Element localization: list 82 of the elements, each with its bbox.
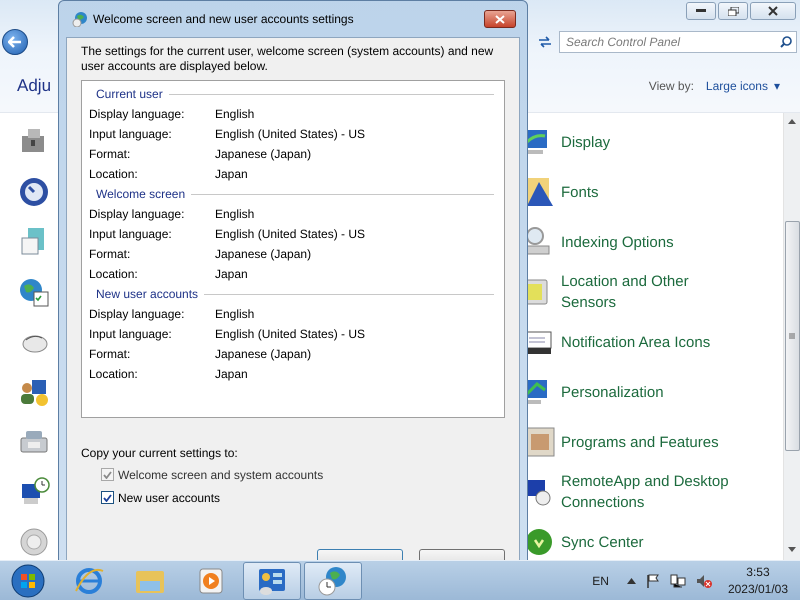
search-field[interactable]: Search Control Panel <box>559 31 797 53</box>
setting-label: Format: <box>89 147 132 161</box>
maximize-button[interactable] <box>718 2 748 20</box>
control-panel-item[interactable]: Programs and Features <box>561 432 719 452</box>
close-icon <box>768 6 778 16</box>
ok-button[interactable] <box>317 549 403 560</box>
scroll-up-icon <box>788 119 796 124</box>
minimize-icon <box>696 9 706 13</box>
scroll-thumb[interactable] <box>784 221 800 451</box>
setting-value: English <box>215 307 254 321</box>
setting-value: Japan <box>215 367 248 381</box>
setting-value: English (United States) - US <box>215 227 366 241</box>
globe-icon <box>18 276 50 308</box>
setting-label: Display language: <box>89 307 186 321</box>
refresh-icon <box>537 35 553 49</box>
scroll-down-icon <box>788 547 796 552</box>
setting-value: Japanese (Japan) <box>215 247 312 261</box>
show-hidden-icons-icon <box>626 578 636 584</box>
search-icon <box>780 36 792 48</box>
setting-value: English (United States) - US <box>215 327 366 341</box>
restore-icon <box>728 6 738 16</box>
control-panel-item[interactable]: Notification Area Icons <box>561 332 710 352</box>
setting-label: Format: <box>89 347 132 361</box>
page-heading: Adju <box>17 76 52 96</box>
setting-value: English <box>215 207 254 221</box>
dialog-title: Welcome screen and new user accounts settings <box>93 12 355 26</box>
taskbar-button[interactable] <box>304 562 362 600</box>
description-text: The settings for the current user, welcome screen (system accounts) and new user accounts are displayed below. <box>81 44 494 74</box>
clock-time: 3:53 <box>746 564 770 580</box>
control-panel-item[interactable]: Indexing Options <box>561 232 674 252</box>
clock[interactable]: 3:53 2023/01/03 <box>728 564 788 598</box>
volume-muted-icon <box>696 574 712 588</box>
language-indicator[interactable]: EN <box>592 574 609 588</box>
checkbox-label: New user accounts <box>118 490 220 504</box>
control-panel-item[interactable]: Location and Other Sensors <box>561 271 746 313</box>
setting-label: Input language: <box>89 227 173 241</box>
close-button[interactable] <box>750 2 796 20</box>
setting-label: Location: <box>89 267 139 281</box>
start-orb-icon <box>11 564 45 598</box>
setting-label: Input language: <box>89 127 173 141</box>
grip-icon <box>789 333 795 339</box>
control-panel-item[interactable]: Personalization <box>561 382 664 402</box>
control-panel-item[interactable]: Display <box>561 132 610 152</box>
back-arrow-icon <box>8 36 22 48</box>
flag-icon <box>646 574 660 588</box>
group-heading: Current user <box>96 87 163 101</box>
gauge-icon <box>18 176 50 208</box>
control-panel-item[interactable]: Fonts <box>561 182 599 202</box>
setting-value: Japan <box>215 267 248 281</box>
network-icon <box>670 574 686 588</box>
setting-value: English <box>215 107 254 121</box>
control-panel-item[interactable]: RemoteApp and Desktop Connections <box>561 471 746 513</box>
setting-label: Display language: <box>89 207 186 221</box>
setting-label: Display language: <box>89 107 186 121</box>
taskbar-button[interactable] <box>243 562 301 600</box>
control-panel-item[interactable]: Sync Center <box>561 532 644 552</box>
globe-icon <box>72 11 88 27</box>
speaker-icon <box>18 526 50 558</box>
clock-date: 2023/01/03 <box>728 580 788 598</box>
group-heading: Welcome screen <box>96 187 186 201</box>
view-by-label: View by: <box>648 79 694 93</box>
setting-value: English (United States) - US <box>215 127 366 141</box>
cancel-button[interactable] <box>419 549 505 560</box>
copy-label: Copy your current settings to: <box>81 446 239 460</box>
setting-label: Location: <box>89 367 139 381</box>
box-icon <box>525 426 557 458</box>
scrollbar[interactable] <box>783 113 800 560</box>
setting-value: Japanese (Japan) <box>215 147 312 161</box>
group-heading: New user accounts <box>96 287 198 301</box>
setting-label: Format: <box>89 247 132 261</box>
setting-value: Japan <box>215 167 248 181</box>
checkbox-label: Welcome screen and system accounts <box>118 468 324 482</box>
close-icon <box>495 14 505 24</box>
back-button[interactable] <box>2 29 28 55</box>
close-button[interactable] <box>484 10 516 28</box>
setting-label: Location: <box>89 167 139 181</box>
view-by-dropdown[interactable]: Large icons ▾ <box>706 79 780 93</box>
globe-clock-icon <box>317 564 349 596</box>
setting-value: Japanese (Japan) <box>215 347 312 361</box>
checkbox[interactable] <box>101 491 114 504</box>
setting-label: Input language: <box>89 327 173 341</box>
minimize-button[interactable] <box>686 2 716 20</box>
